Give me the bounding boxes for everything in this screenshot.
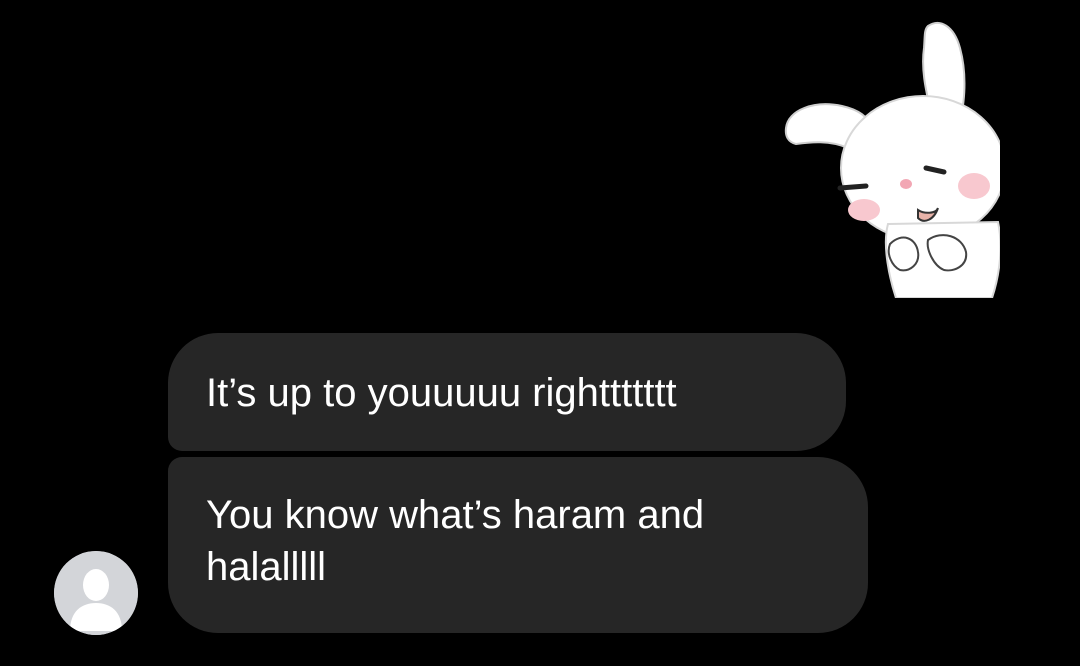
bunny-sticker-icon bbox=[784, 21, 1000, 298]
message-bubble[interactable]: You know what’s haram and halalllll bbox=[168, 457, 868, 633]
bunny-sticker[interactable] bbox=[778, 18, 1000, 298]
chat-thread: It’s up to youuuuu righttttttt You know … bbox=[0, 0, 1080, 666]
message-text: It’s up to youuuuu righttttttt bbox=[206, 371, 677, 415]
message-text: You know what’s haram and halalllll bbox=[206, 493, 705, 589]
avatar[interactable] bbox=[54, 551, 138, 635]
message-bubble[interactable]: It’s up to youuuuu righttttttt bbox=[168, 333, 846, 451]
default-user-avatar-icon bbox=[54, 551, 138, 635]
